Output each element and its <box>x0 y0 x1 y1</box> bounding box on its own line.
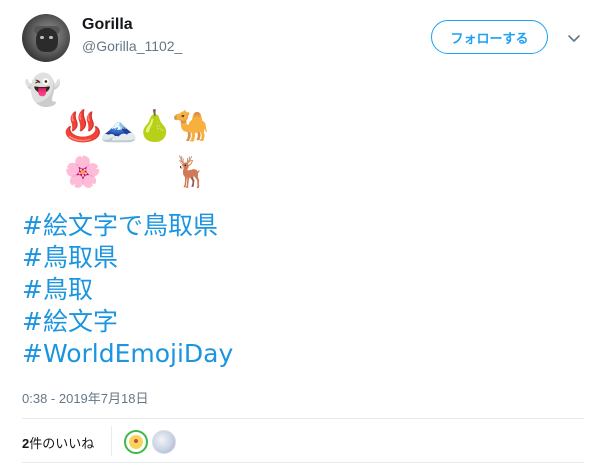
mount-fuji-emoji: 🗻 <box>100 109 138 144</box>
chevron-down-icon[interactable] <box>566 30 582 46</box>
divider <box>111 426 112 456</box>
hashtag-link[interactable]: #WorldEmojiDay <box>22 338 233 370</box>
liker-avatar-detail <box>134 439 138 443</box>
hashtag-link[interactable]: #鳥取県 <box>22 242 233 274</box>
liker-avatar[interactable] <box>152 430 176 454</box>
tweet-header: Gorilla @Gorilla_1102_ フォローする <box>0 0 599 70</box>
tweet-timestamp[interactable]: 0:38 - 2019年7月18日 <box>22 388 148 407</box>
avatar-face <box>36 28 58 52</box>
deer-emoji: 🦌 <box>172 155 210 190</box>
hashtag-link[interactable]: #絵文字で鳥取県 <box>22 210 233 242</box>
likes-count[interactable]: 2件のいいね <box>22 433 94 452</box>
follow-button[interactable]: フォローする <box>431 20 548 54</box>
cherry-blossom-emoji: 🌸 <box>64 155 102 190</box>
likes-label: 件のいいね <box>29 436 95 451</box>
hashtag-link[interactable]: #鳥取 <box>22 274 233 306</box>
display-name[interactable]: Gorilla <box>82 16 133 34</box>
pear-emoji: 🍐 <box>136 109 174 144</box>
emoji-row-3: 🌸 🦌 <box>64 146 210 194</box>
liker-avatar[interactable] <box>124 430 148 454</box>
user-handle[interactable]: @Gorilla_1102_ <box>82 38 182 54</box>
camel-emoji: 🐪 <box>172 109 210 144</box>
avatar-eye <box>49 36 53 39</box>
avatar-eye <box>40 36 44 39</box>
avatar[interactable] <box>22 14 70 62</box>
hashtag-link[interactable]: #絵文字 <box>22 306 233 338</box>
divider <box>22 462 584 463</box>
ghost-emoji: 👻 <box>24 73 62 108</box>
emoji-row-2: ♨️🗻🍐🐪 <box>64 109 210 148</box>
emoji-row-1: 👻 <box>24 73 62 112</box>
hot-springs-emoji: ♨️ <box>64 109 102 144</box>
hashtag-list: #絵文字で鳥取県 #鳥取県 #鳥取 #絵文字 #WorldEmojiDay <box>22 210 233 370</box>
divider <box>22 418 584 419</box>
